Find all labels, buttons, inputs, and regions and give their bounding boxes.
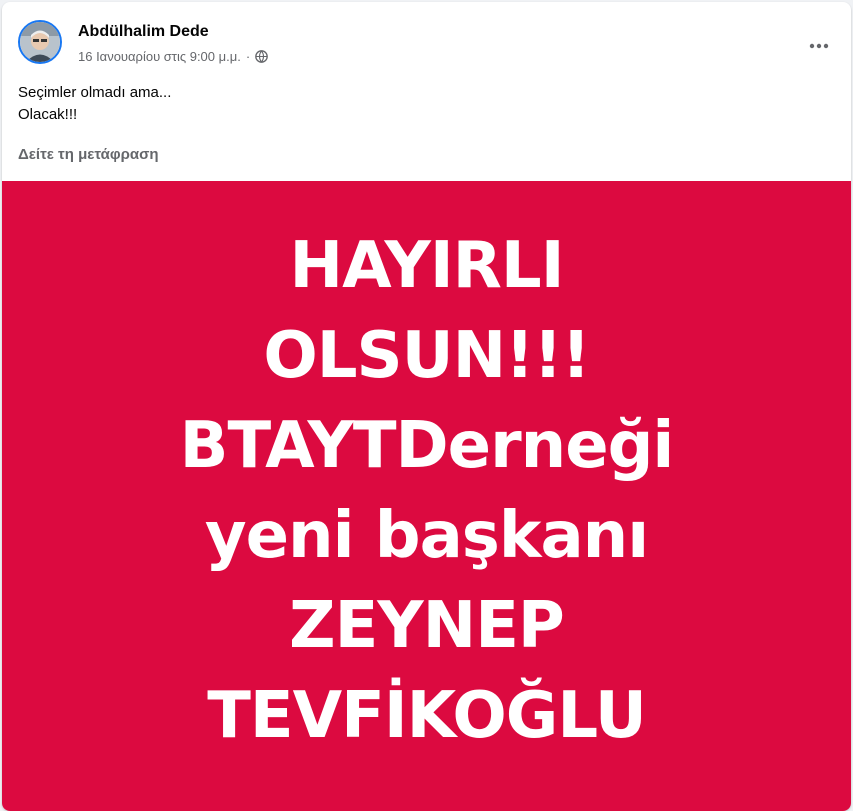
more-options-button[interactable] [801, 28, 837, 64]
image-text-line: ZEYNEP [289, 589, 565, 663]
more-horizontal-icon [809, 43, 829, 49]
avatar[interactable] [18, 20, 62, 64]
post-text: Seçimler olmadı ama... Olacak!!! [18, 82, 171, 126]
author-name[interactable]: Abdülhalim Dede [78, 23, 209, 41]
image-text-line: HAYIRLI [289, 229, 565, 303]
image-text-block: HAYIRLI OLSUN!!! BTAYTDerneği yeni başka… [2, 221, 851, 761]
post-text-line: Olacak!!! [18, 106, 78, 123]
meta-separator: · [245, 49, 251, 64]
avatar-photo [20, 22, 60, 62]
post-header: Abdülhalim Dede 16 Ιανουαρίου στις 9:00 … [2, 2, 851, 72]
post-card: Abdülhalim Dede 16 Ιανουαρίου στις 9:00 … [2, 2, 851, 811]
post-meta: 16 Ιανουαρίου στις 9:00 μ.μ. · [78, 49, 269, 64]
post-timestamp[interactable]: 16 Ιανουαρίου στις 9:00 μ.μ. [78, 49, 241, 64]
image-text-line: BTAYTDerneği [179, 409, 675, 483]
globe-icon[interactable] [255, 50, 269, 63]
image-text-line: OLSUN!!! [263, 319, 590, 393]
image-text-line: yeni başkanı [204, 499, 649, 573]
post-text-line: Seçimler olmadı ama... [18, 84, 172, 101]
image-text-line: TEVFİKOĞLU [207, 679, 647, 753]
see-translation-link[interactable]: Δείτε τη μετάφραση [18, 146, 159, 163]
post-image[interactable]: HAYIRLI OLSUN!!! BTAYTDerneği yeni başka… [2, 181, 851, 811]
